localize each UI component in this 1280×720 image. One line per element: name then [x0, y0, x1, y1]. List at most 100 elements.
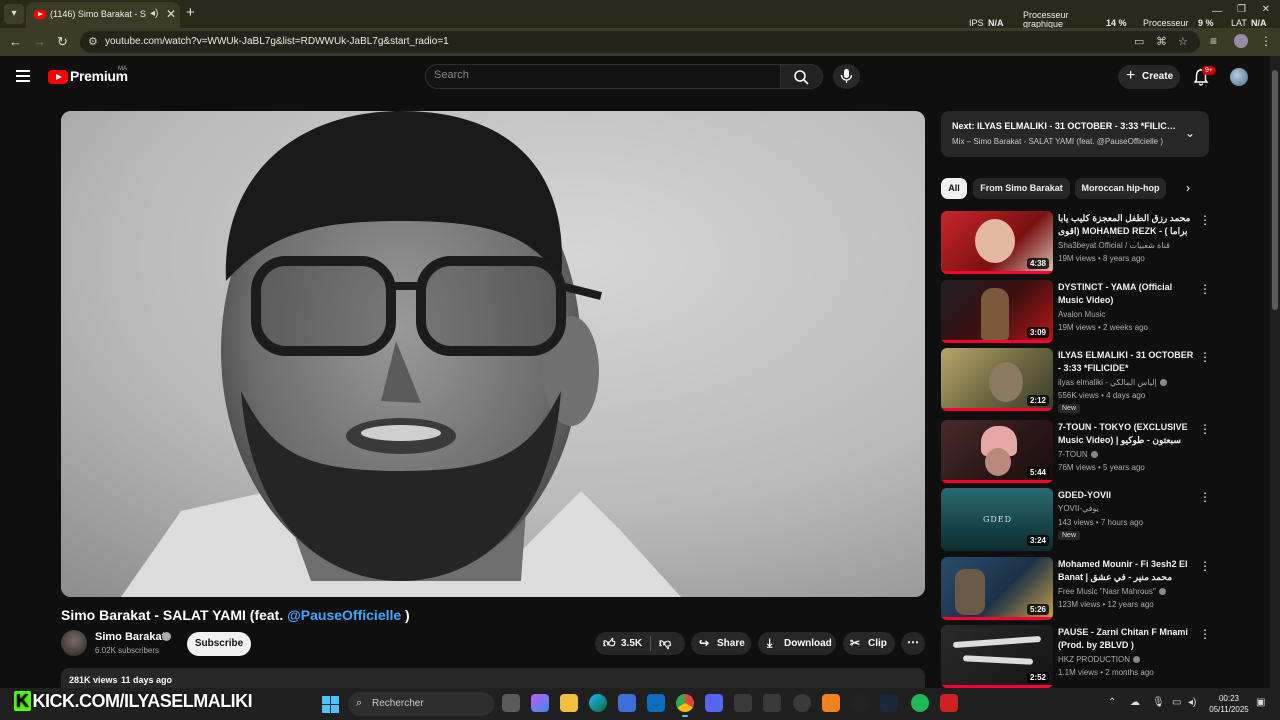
- close-window-icon[interactable]: ✕: [1262, 4, 1270, 15]
- like-icon[interactable]: 👍︎: [603, 636, 616, 651]
- new-tab-button[interactable]: +: [186, 4, 195, 21]
- playlist-next-panel[interactable]: Next: ILYAS ELMALIKI - 31 OCTOBER - 3:33…: [941, 111, 1209, 157]
- orange-app-icon[interactable]: [822, 694, 840, 712]
- video-title[interactable]: 7-TOUN - TOKYO (EXCLUSIVE Music Video) |…: [1058, 421, 1196, 448]
- download-button[interactable]: ⤓ Download: [758, 632, 836, 655]
- browser-tab-youtube[interactable]: (1146) Simo Barakat - SALAT ◂) ✕: [26, 2, 180, 28]
- back-icon[interactable]: ←: [9, 34, 22, 49]
- microphone-tray-icon[interactable]: 🎙︎: [1152, 697, 1165, 708]
- channel-name[interactable]: YOVII-يوفي: [1058, 504, 1099, 513]
- reading-list-icon[interactable]: ≡: [1210, 34, 1217, 48]
- cast-icon[interactable]: ▭: [1134, 35, 1144, 48]
- clip-button[interactable]: ✂ Clip: [843, 632, 895, 655]
- channel-name[interactable]: ilyas elmaliki - إلياس المالكي: [1058, 378, 1167, 387]
- file-explorer-icon[interactable]: [560, 694, 578, 712]
- video-thumbnail[interactable]: 3:09: [941, 280, 1053, 343]
- video-title[interactable]: محمد رزق الطفل المعجزة كليب يابا (اقوى M…: [1058, 212, 1196, 239]
- create-button[interactable]: + Create: [1118, 65, 1180, 89]
- voice-search-button[interactable]: [833, 64, 860, 89]
- edge-icon[interactable]: [589, 694, 607, 712]
- youtube-logo-icon[interactable]: [48, 70, 68, 84]
- list-item[interactable]: GDED 3:24 GDED-YOVII YOVII-يوفي 143 view…: [941, 488, 1211, 552]
- onedrive-icon[interactable]: ☁: [1130, 697, 1140, 708]
- reload-icon[interactable]: ↻: [57, 34, 68, 50]
- steam-icon[interactable]: [880, 694, 898, 712]
- video-thumbnail[interactable]: 2:52: [941, 625, 1053, 688]
- recording-app-icon[interactable]: [940, 694, 958, 712]
- list-item[interactable]: 4:38 محمد رزق الطفل المعجزة كليب يابا (ا…: [941, 211, 1211, 275]
- video-title[interactable]: GDED-YOVII: [1058, 489, 1196, 502]
- subscribe-button[interactable]: Subscribe: [187, 632, 251, 656]
- store-icon[interactable]: [618, 694, 636, 712]
- outlook-icon[interactable]: [647, 694, 665, 712]
- task-view-icon[interactable]: [502, 694, 520, 712]
- tab-close-icon[interactable]: ✕: [166, 7, 176, 21]
- gamepad-icon[interactable]: [763, 694, 781, 712]
- browser-menu-icon[interactable]: ⋮: [1260, 34, 1272, 48]
- chrome-icon[interactable]: [676, 694, 694, 717]
- forward-icon[interactable]: →: [33, 34, 46, 49]
- spotify-icon[interactable]: [911, 694, 929, 712]
- steam-like-icon[interactable]: [793, 694, 811, 712]
- url-text[interactable]: youtube.com/watch?v=WWUk-JaBL7g&list=RDW…: [105, 36, 449, 47]
- like-count[interactable]: 3.5K: [621, 638, 642, 649]
- notification-center-icon[interactable]: ▣: [1256, 697, 1265, 708]
- hamburger-menu-icon[interactable]: [16, 70, 30, 82]
- search-input[interactable]: [434, 69, 734, 81]
- chip-moroccan-hip-hop[interactable]: Moroccan hip-hop: [1075, 178, 1166, 199]
- page-scrollbar[interactable]: [1270, 56, 1280, 688]
- list-item[interactable]: 5:44 7-TOUN - TOKYO (EXCLUSIVE Music Vid…: [941, 420, 1211, 484]
- system-clock[interactable]: 00:23 05/11/2025: [1206, 693, 1252, 715]
- video-thumbnail[interactable]: 5:44: [941, 420, 1053, 483]
- more-vert-icon[interactable]: ⋮: [1199, 559, 1211, 573]
- more-vert-icon[interactable]: ⋮: [1199, 422, 1211, 436]
- audio-playing-icon[interactable]: ◂): [150, 8, 158, 19]
- account-avatar[interactable]: [1230, 68, 1248, 86]
- video-title[interactable]: Mohamed Mounir - Fi 3esh2 El Banat | محم…: [1058, 558, 1196, 585]
- chip-all[interactable]: All: [941, 178, 967, 199]
- minimize-icon[interactable]: —: [1212, 6, 1222, 17]
- channel-name[interactable]: Free Music "Nasr Mahrous": [1058, 587, 1166, 596]
- chevron-down-icon[interactable]: ⌄: [1185, 126, 1195, 140]
- video-title[interactable]: DYSTINCT - YAMA (Official Music Video): [1058, 281, 1196, 307]
- list-item[interactable]: 3:09 DYSTINCT - YAMA (Official Music Vid…: [941, 280, 1211, 344]
- list-item[interactable]: 2:52 PAUSE - Zarni Chitan F Mnami (Prod.…: [941, 625, 1211, 689]
- scrollbar-thumb[interactable]: [1272, 70, 1278, 310]
- chips-next-chevron-icon[interactable]: ›: [1186, 181, 1190, 195]
- title-mention-link[interactable]: @PauseOfficielle: [287, 607, 401, 623]
- video-thumbnail[interactable]: GDED 3:24: [941, 488, 1053, 551]
- profile-avatar[interactable]: [1234, 34, 1248, 48]
- address-bar[interactable]: ⚙ youtube.com/watch?v=WWUk-JaBL7g&list=R…: [80, 31, 1200, 53]
- video-title[interactable]: PAUSE - Zarni Chitan F Mnami (Prod. by 2…: [1058, 626, 1196, 652]
- site-info-icon[interactable]: ⚙: [88, 35, 98, 48]
- list-item[interactable]: 2:12 ILYAS ELMALIKI - 31 OCTOBER - 3:33 …: [941, 348, 1211, 413]
- maximize-icon[interactable]: ❐: [1237, 4, 1246, 15]
- channel-name[interactable]: 7-TOUN: [1058, 450, 1098, 459]
- more-vert-icon[interactable]: ⋮: [1199, 490, 1211, 504]
- video-thumbnail[interactable]: 5:26: [941, 557, 1053, 620]
- more-vert-icon[interactable]: ⋮: [1199, 627, 1211, 641]
- chip-from-simo-barakat[interactable]: From Simo Barakat: [973, 178, 1070, 199]
- bookmark-star-icon[interactable]: ☆: [1178, 35, 1188, 48]
- video-title[interactable]: ILYAS ELMALIKI - 31 OCTOBER - 3:33 *FILI…: [1058, 349, 1196, 375]
- video-thumbnail[interactable]: 2:12: [941, 348, 1053, 411]
- copilot-icon[interactable]: [531, 694, 549, 712]
- volume-icon[interactable]: ◂): [1188, 697, 1196, 708]
- tab-list-button[interactable]: ▾: [4, 4, 24, 24]
- more-vert-icon[interactable]: ⋮: [1199, 213, 1211, 227]
- channel-avatar[interactable]: [61, 630, 87, 656]
- video-thumbnail[interactable]: 4:38: [941, 211, 1053, 274]
- more-vert-icon[interactable]: ⋮: [1199, 350, 1211, 364]
- channel-name[interactable]: Simo Barakat: [95, 631, 165, 643]
- dislike-icon[interactable]: 👎︎: [659, 636, 671, 651]
- window-app-icon[interactable]: [734, 694, 752, 712]
- obs-icon[interactable]: [851, 694, 869, 712]
- channel-name[interactable]: Sha3beyat Official / قناة شعبيات: [1058, 241, 1170, 250]
- share-button[interactable]: ↪ Share: [691, 632, 751, 655]
- search-button[interactable]: [781, 64, 823, 89]
- windows-start-icon[interactable]: [322, 696, 339, 713]
- channel-name[interactable]: Avalon Music: [1058, 310, 1105, 319]
- tray-chevron-up-icon[interactable]: ⌃: [1108, 697, 1116, 708]
- more-actions-button[interactable]: ⋯: [901, 632, 925, 655]
- discord-icon[interactable]: [705, 694, 723, 712]
